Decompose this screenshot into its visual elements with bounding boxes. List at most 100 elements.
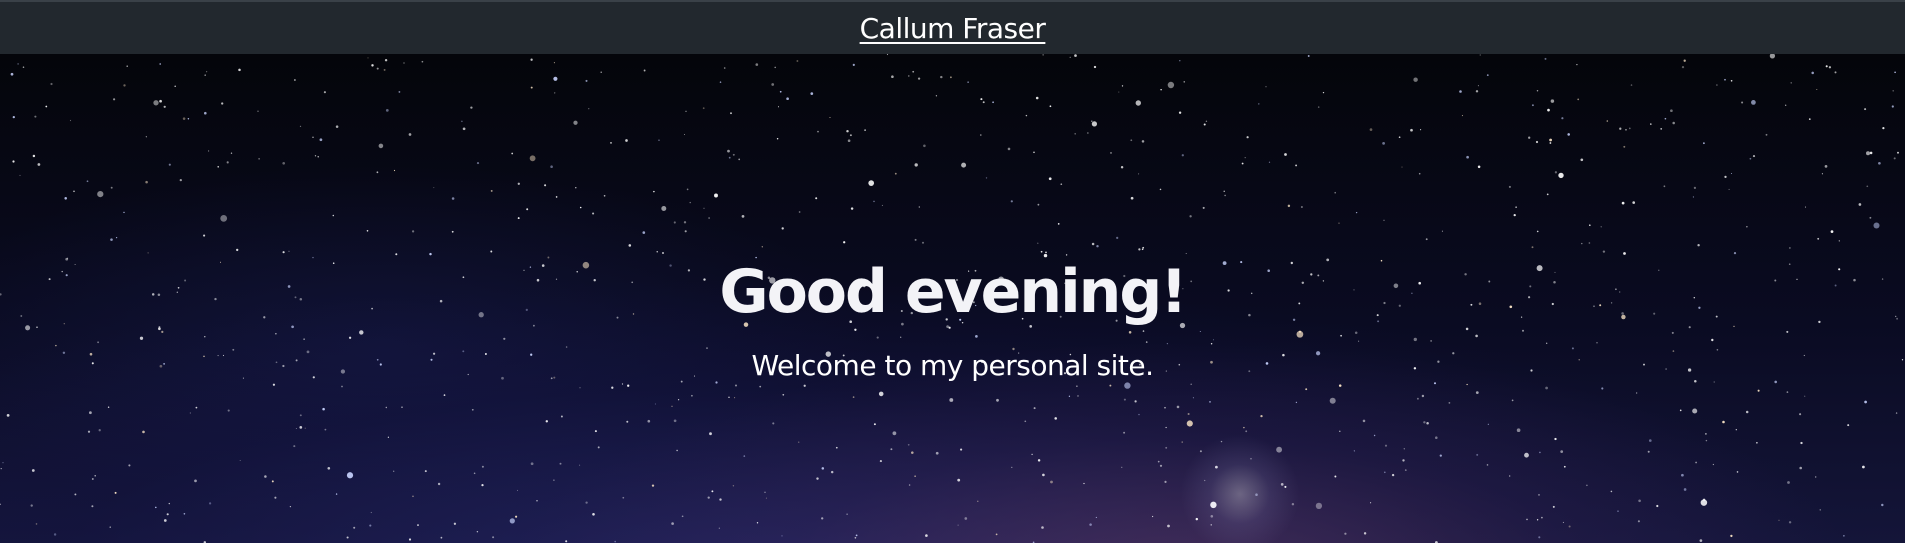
star bbox=[1741, 101, 1744, 104]
star bbox=[707, 496, 710, 499]
star bbox=[756, 522, 759, 524]
star bbox=[821, 517, 824, 520]
star bbox=[194, 479, 197, 483]
star bbox=[1749, 157, 1752, 160]
star bbox=[935, 95, 938, 97]
star bbox=[1636, 392, 1638, 394]
star bbox=[481, 483, 484, 487]
star bbox=[453, 522, 457, 525]
star bbox=[1515, 206, 1517, 208]
star bbox=[417, 524, 419, 527]
star bbox=[777, 106, 780, 108]
star bbox=[1546, 193, 1549, 196]
star bbox=[1866, 185, 1869, 188]
star bbox=[451, 230, 454, 233]
star bbox=[335, 493, 338, 495]
star bbox=[1547, 108, 1550, 112]
star bbox=[1672, 121, 1675, 125]
star bbox=[1788, 521, 1792, 524]
star bbox=[1176, 405, 1180, 409]
star bbox=[1778, 519, 1780, 521]
star bbox=[1353, 450, 1355, 452]
star bbox=[1897, 151, 1899, 154]
star bbox=[147, 252, 149, 254]
star bbox=[1756, 442, 1758, 444]
star bbox=[671, 405, 673, 407]
star bbox=[1821, 173, 1823, 175]
star bbox=[230, 152, 233, 154]
star bbox=[1703, 142, 1705, 145]
star bbox=[622, 496, 625, 499]
star bbox=[174, 85, 176, 87]
star bbox=[730, 112, 732, 115]
star bbox=[1209, 401, 1211, 403]
star bbox=[1459, 90, 1462, 93]
star bbox=[1258, 103, 1260, 105]
star bbox=[1724, 175, 1727, 179]
star bbox=[1610, 490, 1613, 493]
star bbox=[1730, 172, 1733, 175]
star bbox=[1141, 140, 1145, 143]
star bbox=[408, 538, 412, 541]
star bbox=[1295, 401, 1298, 404]
star bbox=[1268, 161, 1271, 163]
star bbox=[346, 472, 354, 479]
star bbox=[1656, 504, 1659, 508]
star bbox=[734, 397, 736, 399]
star bbox=[1384, 471, 1386, 474]
star bbox=[817, 130, 819, 133]
star bbox=[585, 79, 588, 82]
star bbox=[1695, 461, 1697, 464]
star bbox=[145, 180, 148, 184]
star bbox=[1435, 436, 1438, 439]
star bbox=[847, 139, 851, 143]
star bbox=[718, 527, 720, 529]
star bbox=[1786, 391, 1789, 393]
star bbox=[45, 105, 48, 108]
star bbox=[10, 72, 14, 76]
star bbox=[654, 403, 656, 405]
star bbox=[1475, 90, 1479, 93]
star bbox=[370, 511, 372, 514]
star bbox=[961, 162, 967, 168]
star bbox=[1576, 63, 1578, 66]
star bbox=[476, 530, 479, 533]
star bbox=[1683, 488, 1687, 491]
star bbox=[1617, 510, 1619, 512]
star bbox=[681, 515, 684, 518]
star bbox=[1050, 480, 1053, 484]
star bbox=[732, 153, 735, 156]
star bbox=[282, 251, 285, 254]
star bbox=[1295, 164, 1298, 167]
star bbox=[1121, 85, 1124, 87]
star bbox=[1508, 185, 1511, 188]
star bbox=[1037, 459, 1041, 462]
star bbox=[1124, 382, 1131, 389]
star bbox=[433, 187, 435, 189]
star bbox=[1752, 155, 1756, 158]
star bbox=[1091, 120, 1093, 122]
star bbox=[881, 204, 883, 206]
star bbox=[1246, 136, 1249, 139]
star bbox=[86, 180, 89, 183]
star bbox=[1087, 132, 1089, 134]
star bbox=[1800, 441, 1803, 445]
star bbox=[1141, 248, 1144, 251]
star bbox=[1048, 177, 1052, 181]
star bbox=[1692, 408, 1698, 414]
star bbox=[907, 443, 910, 446]
welcome-tagline: Welcome to my personal site. bbox=[751, 349, 1154, 382]
star bbox=[1893, 157, 1896, 160]
star bbox=[573, 120, 578, 125]
star bbox=[257, 110, 259, 112]
star bbox=[367, 57, 369, 59]
star bbox=[264, 475, 267, 478]
star bbox=[1189, 215, 1192, 218]
star bbox=[1660, 128, 1663, 130]
star bbox=[1042, 473, 1045, 477]
star bbox=[743, 455, 746, 457]
star bbox=[1138, 248, 1141, 251]
star bbox=[728, 396, 730, 398]
site-name-link[interactable]: Callum Fraser bbox=[860, 12, 1046, 45]
star bbox=[1536, 90, 1539, 92]
